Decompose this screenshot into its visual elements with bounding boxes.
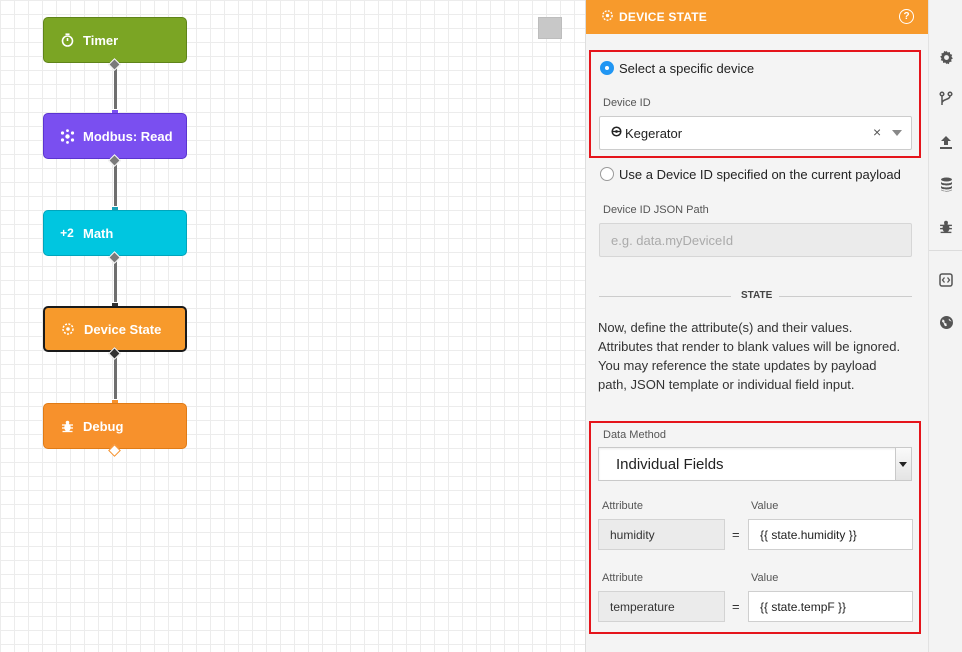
state-description: Now, define the attribute(s) and their v…: [598, 320, 901, 392]
device-id-select[interactable]: Kegerator ×: [599, 116, 912, 150]
node-debug[interactable]: Debug: [43, 403, 187, 449]
attribute-header: Attribute: [602, 500, 643, 512]
data-method-label: Data Method: [603, 429, 666, 441]
node-label: Math: [83, 225, 114, 241]
embed-icon[interactable]: [929, 268, 962, 292]
node-label: Debug: [83, 418, 124, 434]
attribute-value: humidity: [610, 527, 655, 542]
node-label: Modbus: Read: [83, 128, 173, 144]
attribute-header: Attribute: [602, 572, 643, 584]
state-section-label: STATE: [741, 290, 773, 301]
json-path-input[interactable]: e.g. data.myDeviceId: [599, 223, 912, 257]
json-path-placeholder: e.g. data.myDeviceId: [611, 232, 734, 248]
value-header: Value: [751, 500, 779, 512]
radio-payload-device[interactable]: [600, 167, 614, 181]
bug-icon: [58, 420, 76, 433]
math-icon: +2: [60, 226, 74, 240]
device-id-label: Device ID: [603, 97, 651, 109]
node-label: Timer: [83, 32, 119, 48]
connector-wire: [114, 353, 117, 405]
equals-sign: =: [732, 599, 740, 614]
node-device-state[interactable]: Device State: [43, 306, 187, 352]
device-id-value: Kegerator: [625, 126, 683, 141]
node-math[interactable]: +2 Math: [43, 210, 187, 256]
divider: [779, 296, 912, 297]
timer-icon: [58, 33, 76, 47]
modbus-icon: [58, 128, 76, 144]
device-state-icon: [59, 322, 77, 336]
workflow-canvas[interactable]: Timer Modbus: Read +2 Math Device State …: [0, 0, 585, 652]
radio-payload-device-label[interactable]: Use a Device ID specified on the current…: [619, 167, 901, 182]
node-timer[interactable]: Timer: [43, 17, 187, 63]
globe-icon[interactable]: [929, 310, 962, 334]
node-label: Device State: [84, 321, 162, 337]
bug-icon[interactable]: [929, 215, 962, 239]
attribute-input[interactable]: humidity: [598, 519, 725, 550]
panel-title: DEVICE STATE: [619, 10, 707, 24]
value-text: {{ state.humidity }}: [760, 527, 857, 542]
radio-specific-device-label[interactable]: Select a specific device: [619, 61, 754, 76]
device-state-icon: [601, 9, 614, 25]
data-method-value: Individual Fields: [616, 456, 724, 473]
branch-icon[interactable]: [929, 87, 962, 111]
upload-icon[interactable]: [929, 130, 962, 154]
panel-header: DEVICE STATE ?: [586, 0, 928, 34]
json-path-label: Device ID JSON Path: [603, 204, 709, 216]
value-text: {{ state.tempF }}: [760, 599, 847, 614]
equals-sign: =: [732, 527, 740, 542]
database-icon[interactable]: [929, 172, 962, 196]
data-method-select[interactable]: Individual Fields: [598, 447, 912, 481]
value-input[interactable]: {{ state.tempF }}: [748, 591, 913, 622]
gear-icon[interactable]: [929, 45, 962, 69]
canvas-toggle-button[interactable]: [538, 17, 562, 39]
radio-specific-device[interactable]: [600, 61, 614, 75]
connector-wire: [114, 160, 117, 212]
attribute-input[interactable]: temperature: [598, 591, 725, 622]
clear-icon[interactable]: ×: [873, 124, 881, 140]
attribute-value: temperature: [610, 599, 675, 614]
toolbar-divider: [929, 250, 962, 251]
value-input[interactable]: {{ state.humidity }}: [748, 519, 913, 550]
device-icon: [611, 126, 622, 140]
chevron-down-icon[interactable]: [895, 448, 911, 480]
node-modbus-read[interactable]: Modbus: Read: [43, 113, 187, 159]
divider: [599, 296, 731, 297]
chevron-down-icon[interactable]: [892, 130, 902, 136]
right-toolbar: [928, 0, 962, 652]
help-icon[interactable]: ?: [899, 9, 914, 24]
value-header: Value: [751, 572, 779, 584]
